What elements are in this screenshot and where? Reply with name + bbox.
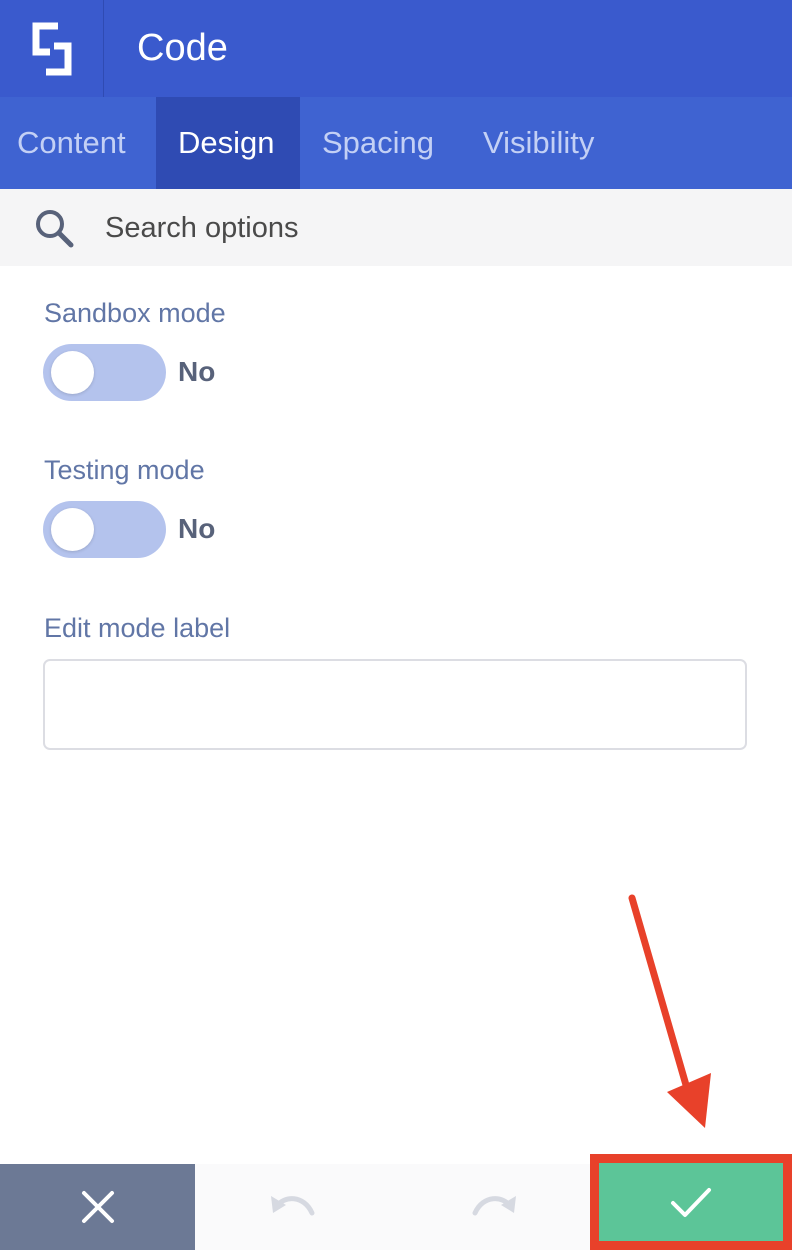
edit-mode-label-input[interactable] — [43, 659, 747, 750]
tab-content[interactable]: Content — [0, 97, 156, 189]
search-bar — [0, 189, 792, 266]
close-icon — [81, 1191, 114, 1223]
action-bar — [0, 1154, 792, 1250]
panel-title: Code — [137, 27, 228, 69]
sandbox-mode-toggle[interactable] — [43, 344, 166, 401]
panel-header: Code — [0, 0, 792, 97]
logo — [0, 0, 104, 97]
undo-button[interactable] — [195, 1164, 393, 1250]
close-button[interactable] — [0, 1164, 195, 1250]
redo-button[interactable] — [393, 1164, 593, 1250]
save-button[interactable] — [590, 1154, 792, 1250]
sandbox-mode-state: No — [178, 356, 216, 387]
toggle-knob — [51, 508, 94, 551]
check-icon — [671, 1188, 711, 1217]
search-icon — [36, 210, 74, 248]
redo-icon — [472, 1196, 516, 1216]
annotation-arrow-icon — [628, 894, 711, 1128]
tab-visibility[interactable]: Visibility — [461, 97, 631, 189]
sandbox-mode-label: Sandbox mode — [44, 298, 226, 328]
logo-icon — [32, 22, 71, 75]
tab-bar: Content Design Spacing Visibility — [0, 97, 792, 189]
testing-mode-toggle[interactable] — [43, 501, 166, 558]
testing-mode-label: Testing mode — [44, 455, 205, 485]
edit-mode-label-label: Edit mode label — [44, 613, 231, 643]
tab-spacing[interactable]: Spacing — [300, 97, 461, 189]
undo-icon — [271, 1196, 315, 1216]
tab-design[interactable]: Design — [156, 97, 300, 189]
testing-mode-state: No — [178, 513, 216, 544]
search-input[interactable] — [105, 203, 745, 253]
toggle-knob — [51, 351, 94, 394]
